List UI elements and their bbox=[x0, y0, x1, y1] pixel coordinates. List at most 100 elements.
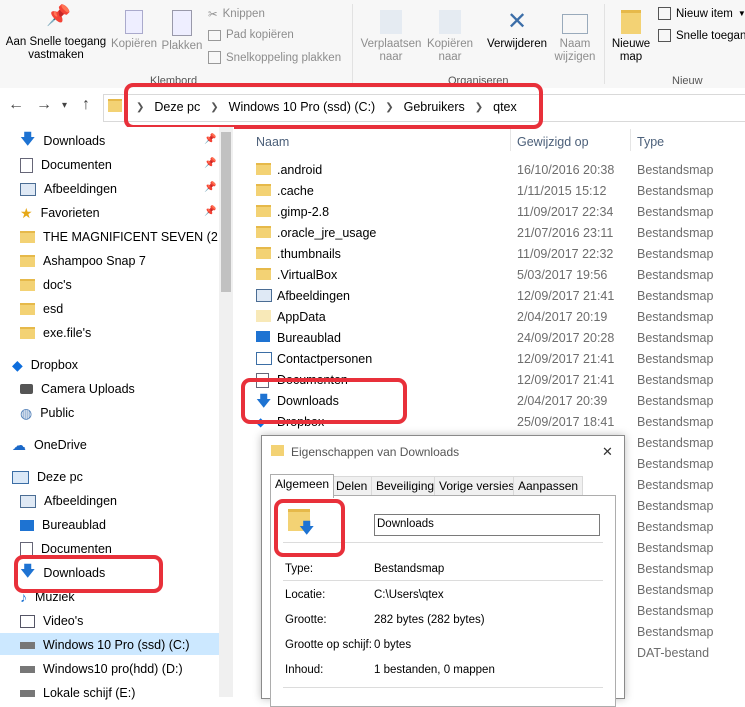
nav-camera-uploads[interactable]: Camera Uploads bbox=[20, 378, 135, 400]
file-row[interactable]: .android 16/10/2016 20:38 Bestandsmap bbox=[252, 160, 745, 181]
prop-location-label: Locatie: bbox=[285, 589, 326, 601]
folder-icon bbox=[256, 310, 271, 322]
folder-icon bbox=[20, 255, 35, 267]
folder-icon bbox=[256, 226, 271, 238]
tab-general[interactable]: Algemeen bbox=[270, 474, 335, 498]
up-arrow-icon[interactable]: ↑ bbox=[82, 96, 90, 114]
highlight-file-downloads bbox=[241, 378, 407, 424]
close-icon[interactable]: ✕ bbox=[602, 444, 613, 460]
nav-quick-ashampoo[interactable]: Ashampoo Snap 7 bbox=[20, 250, 146, 272]
folder-name-input[interactable]: Downloads bbox=[374, 514, 600, 536]
rename-button[interactable]: Naam wijzigen bbox=[550, 10, 600, 64]
move-to-button[interactable]: Verplaatsen naar bbox=[358, 10, 424, 64]
nav-onedrive[interactable]: ☁ OneDrive bbox=[12, 434, 87, 456]
nav-drive-d[interactable]: Windows10 pro(hdd) (D:) bbox=[20, 658, 183, 680]
computer-icon bbox=[12, 470, 29, 484]
file-row[interactable]: Bureaublad 24/09/2017 20:28 Bestandsmap bbox=[252, 328, 745, 349]
folder-icon bbox=[20, 231, 35, 243]
folder-icon bbox=[108, 99, 122, 112]
chevron-down-icon: ▼ bbox=[737, 9, 745, 18]
nav-quick-downloads[interactable]: 🡇 Downloads bbox=[20, 130, 105, 152]
prop-type-label: Type: bbox=[285, 563, 314, 575]
nav-quick-favorites[interactable]: ★ Favorieten bbox=[20, 202, 100, 224]
file-row[interactable]: .thumbnails 11/09/2017 22:32 Bestandsmap bbox=[252, 244, 745, 265]
rename-icon bbox=[562, 14, 588, 34]
folder-download-icon bbox=[271, 445, 284, 456]
folder-icon bbox=[20, 327, 35, 339]
new-item-button[interactable]: Nieuw item ▼ bbox=[658, 7, 745, 20]
ribbon-divider bbox=[352, 4, 353, 84]
dropbox-icon: ◆ bbox=[12, 356, 23, 373]
back-arrow-icon[interactable]: ← bbox=[8, 96, 24, 114]
pin-icon: 📌 bbox=[46, 5, 71, 27]
file-row[interactable]: .oracle_jre_usage 21/07/2016 23:11 Bestand… bbox=[252, 223, 745, 244]
prop-contents-value: 1 bestanden, 0 mappen bbox=[374, 664, 495, 676]
folder-icon bbox=[20, 279, 35, 291]
folder-icon bbox=[256, 184, 271, 196]
tab-previous-versions[interactable]: Vorige versies bbox=[434, 476, 520, 497]
nav-drive-c[interactable]: Windows 10 Pro (ssd) (C:) bbox=[20, 634, 190, 656]
nav-drive-e[interactable]: Lokale schijf (E:) bbox=[20, 682, 135, 704]
delete-button[interactable]: ✕ Verwijderen bbox=[484, 10, 550, 51]
drive-icon bbox=[20, 641, 35, 649]
nav-quick-documents[interactable]: Documenten bbox=[20, 154, 112, 176]
copy-path-button[interactable]: Pad kopiëren bbox=[208, 29, 294, 41]
column-header-name[interactable]: Naam bbox=[256, 135, 289, 149]
pin-icon: 📌 bbox=[204, 206, 217, 217]
easy-access-button[interactable]: Snelle toegang bbox=[658, 29, 745, 42]
nav-pc-desktop[interactable]: Bureaublad bbox=[20, 514, 106, 536]
nav-quick-pictures[interactable]: Afbeeldingen bbox=[20, 178, 117, 200]
desktop-icon bbox=[20, 519, 34, 531]
nav-quick-esd[interactable]: esd bbox=[20, 298, 63, 320]
copy-icon bbox=[125, 10, 143, 34]
file-row[interactable]: .VirtualBox 5/03/2017 19:56 Bestandsmap bbox=[252, 265, 745, 286]
column-divider[interactable] bbox=[510, 129, 511, 151]
star-icon: ★ bbox=[20, 204, 33, 221]
tab-sharing[interactable]: Delen bbox=[331, 476, 373, 497]
recent-chevron-icon[interactable]: ▾ bbox=[62, 100, 67, 111]
nav-pc-videos[interactable]: Video's bbox=[20, 610, 83, 632]
pictures-icon bbox=[256, 289, 272, 302]
scissors-icon: ✂ bbox=[208, 9, 218, 21]
paste-shortcut-button[interactable]: Snelkoppeling plakken bbox=[208, 51, 341, 64]
nav-this-pc[interactable]: Deze pc bbox=[12, 466, 83, 488]
nav-quick-docs[interactable]: doc's bbox=[20, 274, 72, 296]
tab-security[interactable]: Beveiliging bbox=[371, 476, 440, 497]
pin-icon: 📌 bbox=[204, 182, 217, 193]
nav-quick-magnificent[interactable]: THE MAGNIFICENT SEVEN (2 bbox=[20, 226, 218, 248]
file-row[interactable]: .gimp-2.8 11/09/2017 22:34 Bestandsmap bbox=[252, 202, 745, 223]
file-row[interactable]: AppData 2/04/2017 20:19 Bestandsmap bbox=[252, 307, 745, 328]
pin-quick-access-button[interactable]: 📌 Aan Snelle toegang vastmaken bbox=[2, 5, 110, 62]
file-row[interactable]: .cache 1/11/2015 15:12 Bestandsmap bbox=[252, 181, 745, 202]
properties-dialog: Eigenschappen van Downloads ✕ Algemeen D… bbox=[261, 435, 625, 707]
copy-path-icon bbox=[208, 29, 221, 41]
prop-size-label: Grootte: bbox=[285, 614, 327, 626]
copy-button[interactable]: Kopiëren bbox=[110, 10, 158, 51]
new-folder-button[interactable]: Nieuwe map bbox=[608, 10, 654, 64]
nav-quick-exefiles[interactable]: exe.file's bbox=[20, 322, 91, 344]
paste-button[interactable]: Plakken bbox=[160, 10, 204, 53]
new-group-label: Nieuw bbox=[672, 75, 703, 87]
divider bbox=[283, 580, 603, 581]
forward-arrow-icon[interactable]: → bbox=[36, 96, 52, 114]
prop-size-on-disk-value: 0 bytes bbox=[374, 639, 412, 651]
column-divider[interactable] bbox=[630, 129, 631, 151]
copy-to-button[interactable]: Kopiëren naar bbox=[424, 10, 476, 64]
nav-dropbox[interactable]: ◆ Dropbox bbox=[12, 354, 78, 376]
file-row[interactable]: Afbeeldingen 12/09/2017 21:41 Bestandsmap bbox=[252, 286, 745, 307]
folder-icon bbox=[256, 205, 271, 217]
nav-pc-pictures[interactable]: Afbeeldingen bbox=[20, 490, 117, 512]
cloud-icon: ☁ bbox=[12, 436, 26, 453]
pin-icon: 📌 bbox=[204, 158, 217, 169]
shortcut-icon bbox=[208, 51, 221, 64]
highlight-address bbox=[124, 83, 543, 129]
tab-customize[interactable]: Aanpassen bbox=[513, 476, 584, 497]
file-row[interactable]: Contactpersonen 12/09/2017 21:41 Bestandsm… bbox=[252, 349, 745, 370]
cut-button[interactable]: ✂ Knippen bbox=[208, 7, 265, 21]
column-header-type[interactable]: Type bbox=[637, 135, 664, 149]
nav-scrollbar-thumb[interactable] bbox=[221, 132, 231, 292]
nav-public[interactable]: ◍ Public bbox=[20, 402, 74, 424]
camera-icon bbox=[20, 384, 33, 394]
highlight-dialog-icon bbox=[274, 499, 345, 557]
column-header-date[interactable]: Gewijzigd op bbox=[517, 135, 589, 149]
